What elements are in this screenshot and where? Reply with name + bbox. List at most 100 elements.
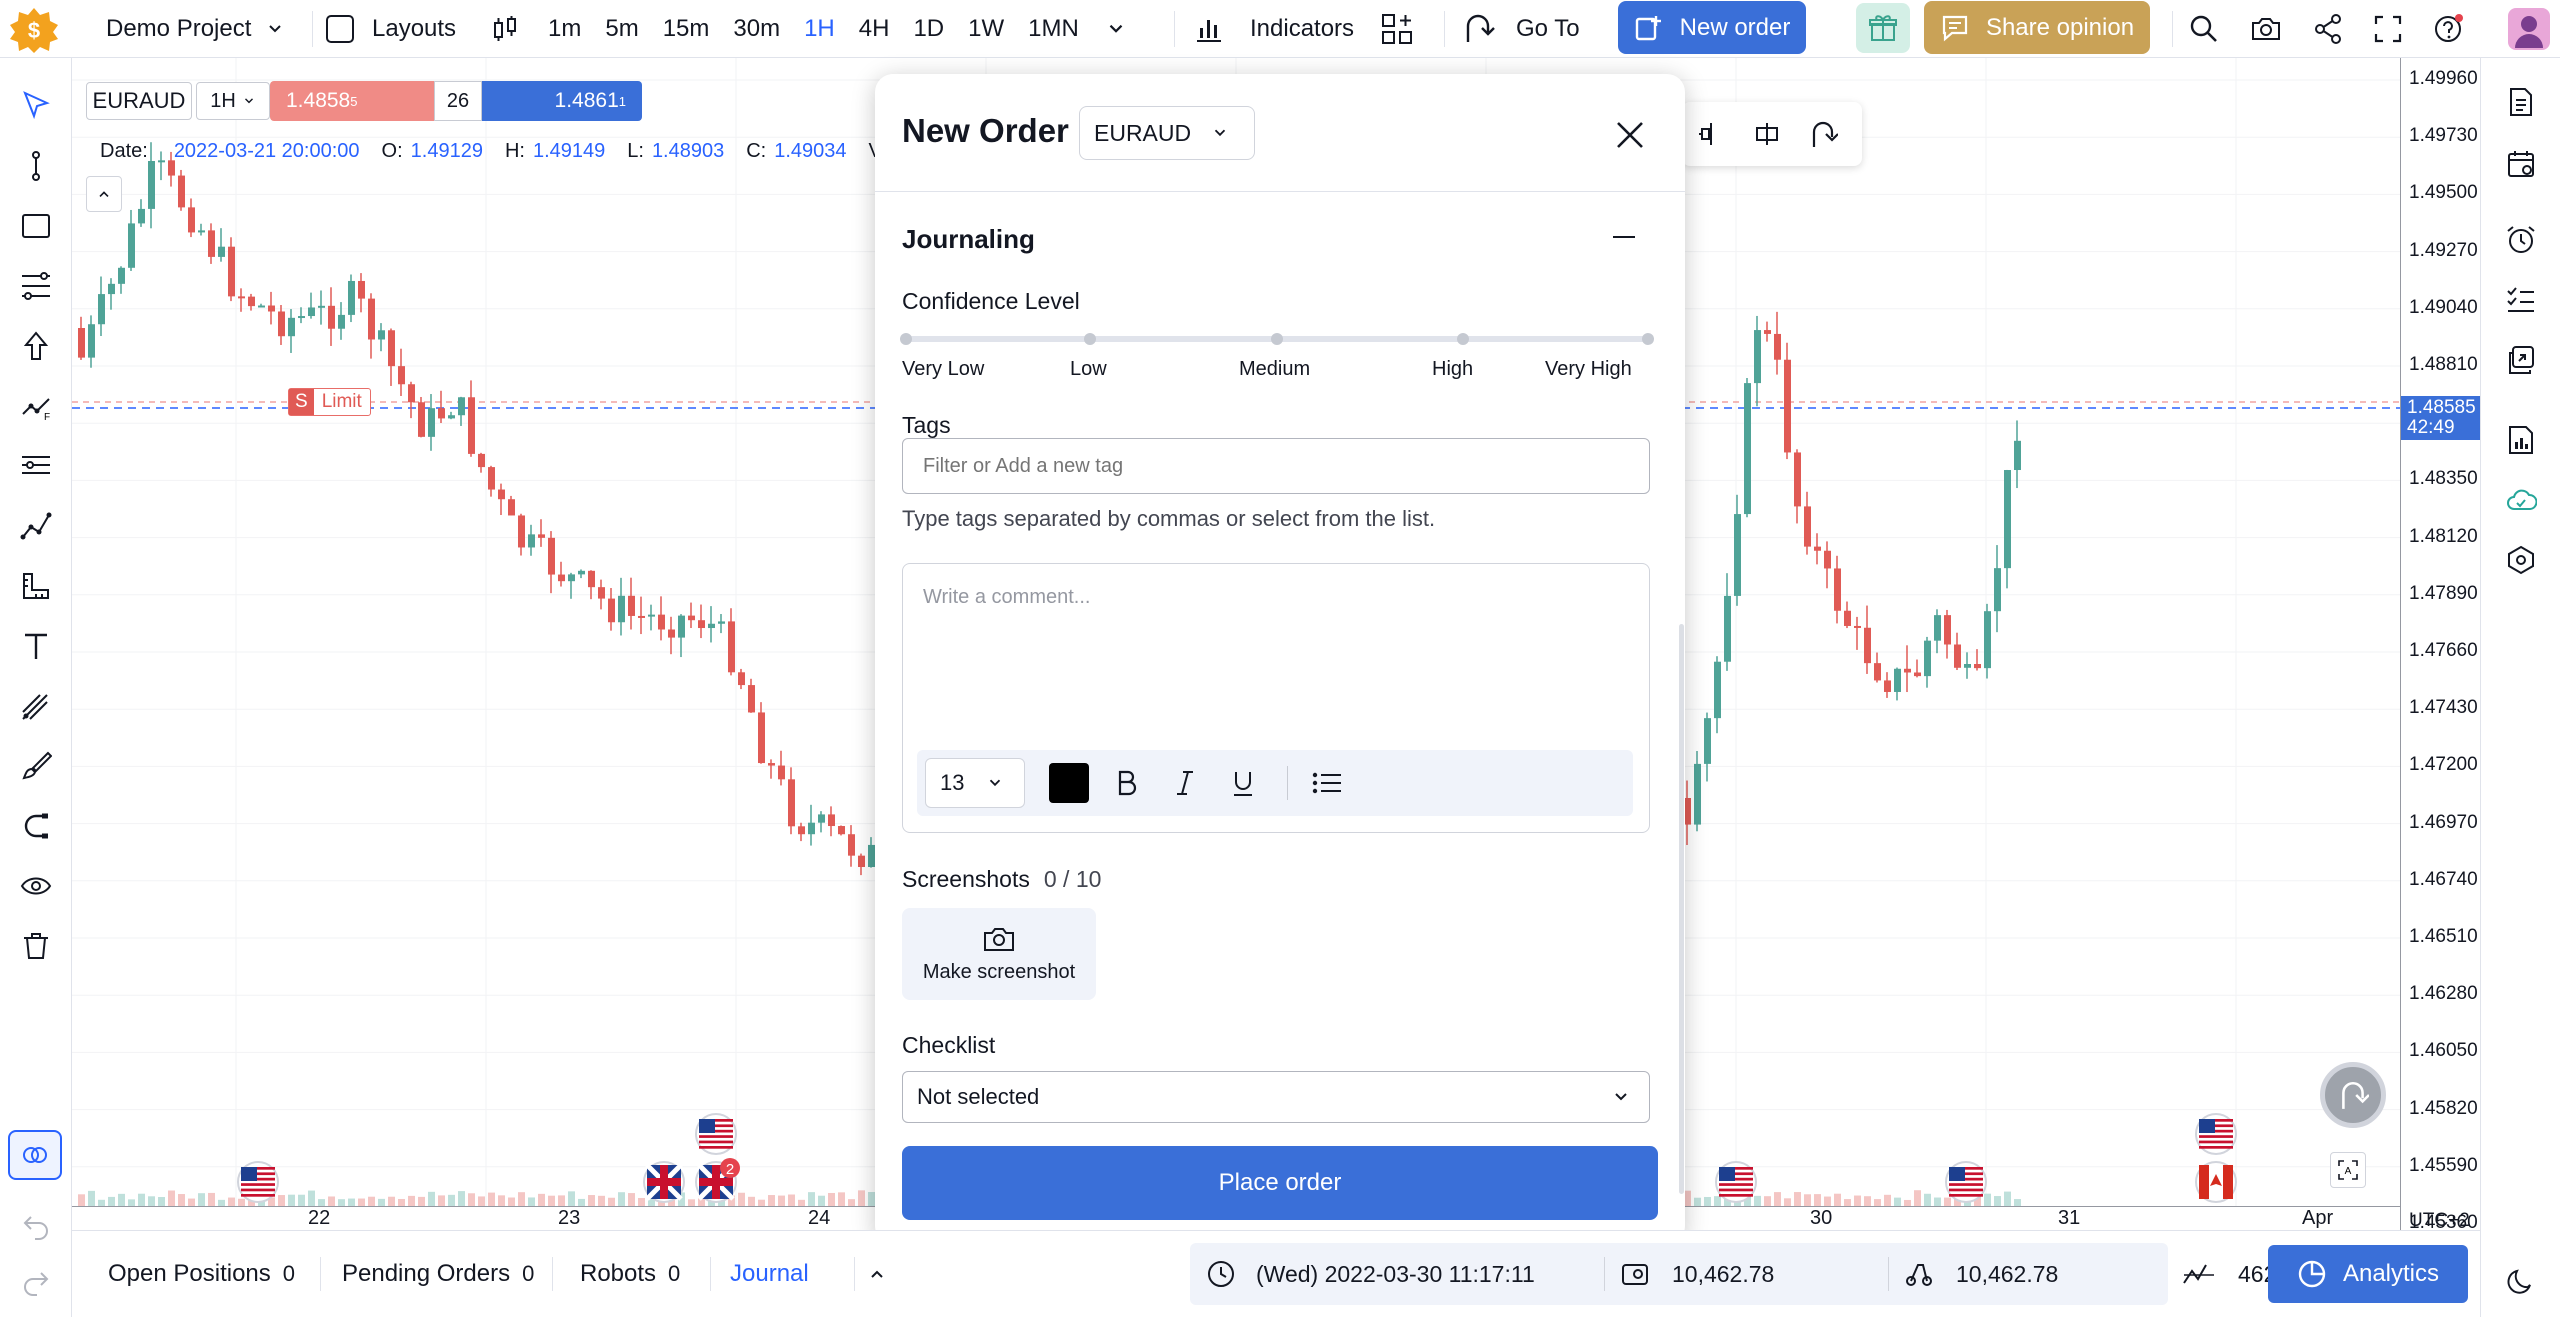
pitchfork-tool-icon[interactable] bbox=[16, 686, 56, 726]
underline-icon[interactable] bbox=[1223, 763, 1263, 803]
align-left-icon[interactable] bbox=[1696, 119, 1726, 149]
brush-tool-icon[interactable] bbox=[16, 746, 56, 786]
candle-type-icon[interactable] bbox=[490, 14, 520, 44]
event-flag-ca[interactable] bbox=[2195, 1161, 2237, 1203]
event-flag-us[interactable] bbox=[1945, 1161, 1987, 1203]
app-logo-icon[interactable]: $ bbox=[8, 6, 60, 54]
templates-icon[interactable] bbox=[1380, 12, 1414, 46]
close-icon[interactable] bbox=[1609, 114, 1651, 156]
rectangle-tool-icon[interactable] bbox=[16, 206, 56, 246]
timeframe-4h[interactable]: 4H bbox=[847, 0, 902, 58]
sell-button[interactable]: 1.4858 5 bbox=[270, 81, 434, 121]
timeframe-1h[interactable]: 1H bbox=[792, 0, 847, 58]
measure-lines-tool-icon[interactable] bbox=[16, 446, 56, 486]
bold-icon[interactable] bbox=[1107, 763, 1147, 803]
auto-scale-button[interactable]: A bbox=[2330, 1152, 2366, 1188]
copy-trade-icon[interactable] bbox=[2501, 340, 2541, 380]
redo-icon[interactable] bbox=[16, 1262, 56, 1302]
italic-icon[interactable] bbox=[1165, 763, 1205, 803]
make-screenshot-button[interactable]: Make screenshot bbox=[902, 908, 1096, 1000]
report-icon[interactable] bbox=[2501, 420, 2541, 460]
calendar-icon[interactable] bbox=[2501, 144, 2541, 184]
scroll-realtime-button[interactable] bbox=[2320, 1062, 2386, 1128]
share-icon[interactable] bbox=[2312, 13, 2344, 45]
dialog-scrollbar[interactable] bbox=[1679, 624, 1684, 1194]
timezone-label[interactable]: UTC+2 bbox=[2409, 1210, 2470, 1232]
tags-input[interactable] bbox=[902, 438, 1650, 494]
event-flag-us[interactable] bbox=[237, 1161, 279, 1203]
notes-icon[interactable] bbox=[2501, 82, 2541, 122]
dialog-symbol-select[interactable]: EURAUD bbox=[1079, 106, 1255, 160]
theme-moon-icon[interactable] bbox=[2501, 1262, 2541, 1302]
share-opinion-button[interactable]: Share opinion bbox=[1924, 1, 2150, 54]
expand-panel-chevron-icon[interactable] bbox=[862, 1259, 892, 1289]
confidence-label-very-high[interactable]: Very High bbox=[1545, 358, 1632, 381]
tab-journal[interactable]: Journal bbox=[730, 1231, 809, 1317]
camera-icon[interactable] bbox=[2250, 13, 2282, 45]
align-center-icon[interactable] bbox=[1752, 119, 1782, 149]
timeframe-1mn[interactable]: 1MN bbox=[1016, 0, 1091, 58]
project-selector[interactable]: Demo Project bbox=[106, 0, 285, 58]
confidence-dot-medium[interactable] bbox=[1271, 333, 1283, 345]
text-tool-icon[interactable] bbox=[16, 626, 56, 666]
gift-button[interactable] bbox=[1856, 3, 1910, 53]
user-avatar[interactable] bbox=[2508, 8, 2550, 50]
checklist-select[interactable]: Not selected bbox=[902, 1071, 1650, 1123]
confidence-dot-low[interactable] bbox=[1084, 333, 1096, 345]
event-flag-us[interactable] bbox=[1715, 1161, 1757, 1203]
indicators-button[interactable]: Indicators bbox=[1194, 0, 1354, 58]
settings-hexagon-icon[interactable] bbox=[2501, 540, 2541, 580]
event-flag-us[interactable] bbox=[695, 1113, 737, 1155]
chart-symbol-box[interactable]: EURAUD bbox=[86, 82, 192, 120]
link-charts-icon[interactable] bbox=[8, 1130, 62, 1180]
cloud-sync-icon[interactable] bbox=[2501, 480, 2541, 520]
event-flag-uk[interactable] bbox=[643, 1161, 685, 1203]
cursor-tool-icon[interactable] bbox=[16, 86, 56, 126]
event-flag-us[interactable] bbox=[2195, 1113, 2237, 1155]
undo-icon[interactable] bbox=[16, 1206, 56, 1246]
magnet-tool-icon[interactable] bbox=[16, 806, 56, 846]
price-axis[interactable]: 1.49960 1.49730 1.49500 1.49270 1.49040 1.488… bbox=[2400, 58, 2481, 1233]
confidence-dot-very-low[interactable] bbox=[900, 333, 912, 345]
confidence-label-low[interactable]: Low bbox=[1070, 358, 1107, 381]
confidence-dot-high[interactable] bbox=[1457, 333, 1469, 345]
arrow-up-tool-icon[interactable] bbox=[16, 326, 56, 366]
eye-tool-icon[interactable] bbox=[16, 866, 56, 906]
search-icon[interactable] bbox=[2188, 13, 2220, 45]
help-icon[interactable] bbox=[2432, 13, 2464, 45]
pattern-tool-icon[interactable] bbox=[16, 506, 56, 546]
confidence-label-very-low[interactable]: Very Low bbox=[902, 358, 984, 381]
trend-line-tool-icon[interactable] bbox=[16, 146, 56, 186]
timeframe-30m[interactable]: 30m bbox=[721, 0, 792, 58]
place-order-button[interactable]: Place order bbox=[902, 1146, 1658, 1220]
replay-datetime[interactable]: (Wed) 2022-03-30 11:17:11 bbox=[1206, 1231, 1535, 1317]
tab-robots[interactable]: Robots 0 bbox=[580, 1231, 680, 1317]
ruler-tool-icon[interactable] bbox=[16, 566, 56, 606]
collapse-legend-button[interactable] bbox=[86, 176, 122, 212]
analytics-button[interactable]: Analytics bbox=[2268, 1245, 2468, 1303]
alarm-clock-icon[interactable] bbox=[2501, 220, 2541, 260]
confidence-label-medium[interactable]: Medium bbox=[1239, 358, 1310, 381]
trash-tool-icon[interactable] bbox=[16, 926, 56, 966]
chart-timeframe-box[interactable]: 1H bbox=[196, 82, 270, 120]
fib-tool-icon[interactable] bbox=[16, 266, 56, 306]
limit-order-badge[interactable]: S Limit bbox=[288, 388, 371, 416]
timeframe-more-chevron-icon[interactable] bbox=[1105, 18, 1127, 40]
timeframe-5m[interactable]: 5m bbox=[593, 0, 650, 58]
comment-textarea[interactable]: Write a comment... bbox=[923, 586, 1090, 609]
text-color-swatch[interactable] bbox=[1049, 763, 1089, 803]
timeframe-1d[interactable]: 1D bbox=[901, 0, 956, 58]
forecast-tool-icon[interactable]: F bbox=[16, 386, 56, 426]
tab-open-positions[interactable]: Open Positions 0 bbox=[108, 1231, 295, 1317]
fullscreen-icon[interactable] bbox=[2372, 13, 2404, 45]
new-order-button[interactable]: New order bbox=[1618, 1, 1806, 54]
goto-button[interactable]: Go To bbox=[1462, 0, 1580, 58]
checklist-icon[interactable] bbox=[2501, 280, 2541, 320]
tab-pending-orders[interactable]: Pending Orders 0 bbox=[342, 1231, 534, 1317]
layouts-button[interactable]: Layouts bbox=[326, 0, 456, 58]
font-size-select[interactable]: 13 bbox=[925, 758, 1025, 808]
confidence-dot-very-high[interactable] bbox=[1642, 333, 1654, 345]
timeframe-1w[interactable]: 1W bbox=[956, 0, 1016, 58]
timeframe-15m[interactable]: 15m bbox=[651, 0, 722, 58]
collapse-section-icon[interactable] bbox=[1613, 236, 1635, 238]
